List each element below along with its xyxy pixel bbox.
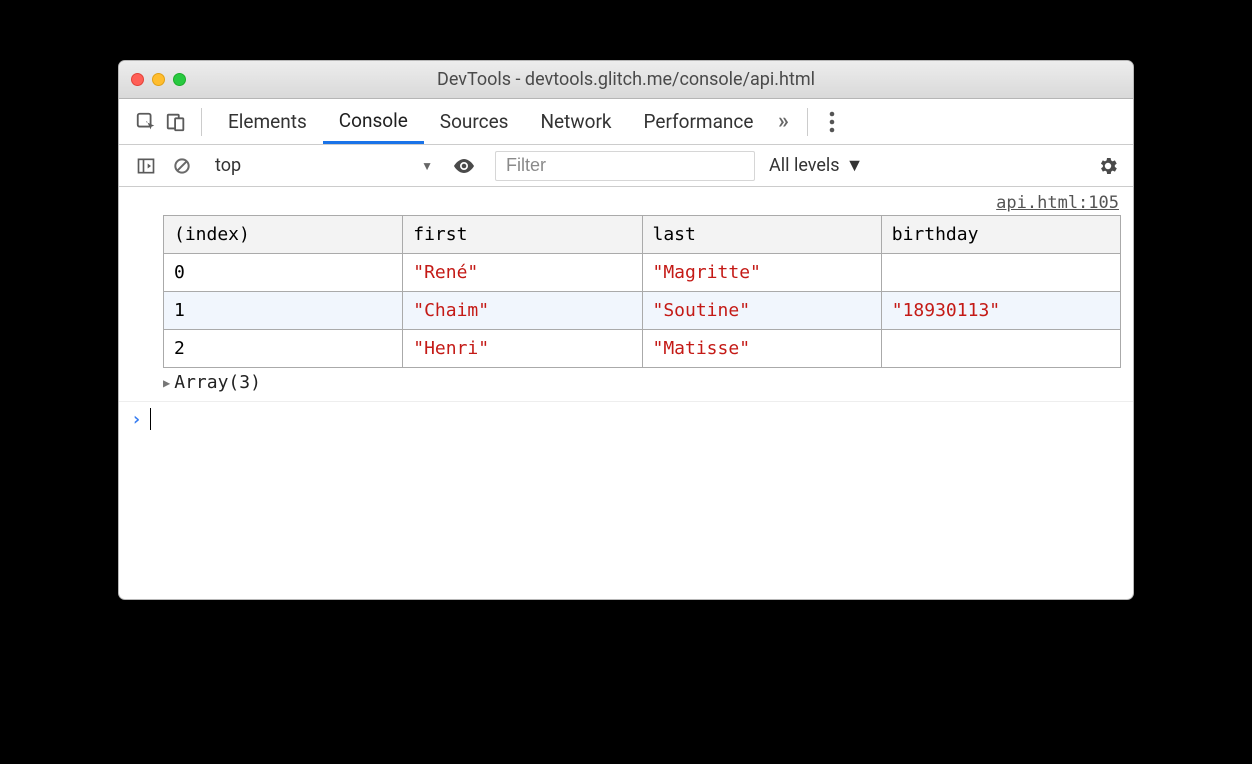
zoom-window-button[interactable] xyxy=(173,73,186,86)
cell-index: 2 xyxy=(164,330,403,368)
toggle-device-toolbar-icon[interactable] xyxy=(161,107,191,137)
devtools-window: DevTools - devtools.glitch.me/console/ap… xyxy=(118,60,1134,600)
cell-last: "Matisse" xyxy=(642,330,881,368)
minimize-window-button[interactable] xyxy=(152,73,165,86)
cell-last: "Soutine" xyxy=(642,292,881,330)
col-last[interactable]: last xyxy=(642,216,881,254)
tab-sources[interactable]: Sources xyxy=(424,99,525,144)
customize-devtools-button[interactable] xyxy=(818,107,846,137)
cell-first: "Henri" xyxy=(403,330,642,368)
tab-console[interactable]: Console xyxy=(323,99,424,144)
filter-input[interactable] xyxy=(495,151,755,181)
console-settings-icon[interactable] xyxy=(1093,151,1123,181)
col-index[interactable]: (index) xyxy=(164,216,403,254)
window-title: DevTools - devtools.glitch.me/console/ap… xyxy=(119,69,1133,90)
divider xyxy=(807,108,808,136)
console-table: (index) first last birthday 0 "René" "Ma… xyxy=(119,215,1133,368)
console-prompt[interactable]: › xyxy=(119,402,1133,436)
chevron-down-icon: ▼ xyxy=(846,155,864,176)
table-row: 2 "Henri" "Matisse" xyxy=(164,330,1121,368)
execution-context-label: top xyxy=(215,155,241,176)
chevron-down-icon: ▼ xyxy=(421,159,433,173)
live-expression-icon[interactable] xyxy=(449,151,479,181)
table-row: 1 "Chaim" "Soutine" "18930113" xyxy=(164,292,1121,330)
table-header-row: (index) first last birthday xyxy=(164,216,1121,254)
prompt-caret-icon: › xyxy=(131,409,142,430)
col-birthday[interactable]: birthday xyxy=(881,216,1120,254)
object-summary[interactable]: ▶ Array(3) xyxy=(119,368,1133,402)
tab-elements[interactable]: Elements xyxy=(212,99,323,144)
close-window-button[interactable] xyxy=(131,73,144,86)
cell-first: "René" xyxy=(403,254,642,292)
cell-birthday: "18930113" xyxy=(881,292,1120,330)
clear-console-icon[interactable] xyxy=(167,151,197,181)
text-cursor xyxy=(150,408,151,430)
titlebar: DevTools - devtools.glitch.me/console/ap… xyxy=(119,61,1133,99)
log-levels-select[interactable]: All levels ▼ xyxy=(769,155,863,176)
disclosure-triangle-icon[interactable]: ▶ xyxy=(163,376,170,390)
console-output: api.html:105 (index) first last birthday… xyxy=(119,187,1133,599)
toggle-sidebar-icon[interactable] xyxy=(131,151,161,181)
message-source-link[interactable]: api.html:105 xyxy=(119,187,1133,215)
execution-context-select[interactable]: top ▼ xyxy=(203,151,443,181)
cell-birthday xyxy=(881,330,1120,368)
cell-index: 1 xyxy=(164,292,403,330)
cell-index: 0 xyxy=(164,254,403,292)
traffic-lights xyxy=(131,73,186,86)
inspect-element-icon[interactable] xyxy=(131,107,161,137)
tab-network[interactable]: Network xyxy=(524,99,627,144)
console-toolbar: top ▼ All levels ▼ xyxy=(119,145,1133,187)
cell-first: "Chaim" xyxy=(403,292,642,330)
table-row: 0 "René" "Magritte" xyxy=(164,254,1121,292)
col-first[interactable]: first xyxy=(403,216,642,254)
more-tabs-button[interactable]: » xyxy=(769,108,797,136)
divider xyxy=(201,108,202,136)
cell-last: "Magritte" xyxy=(642,254,881,292)
log-levels-label: All levels xyxy=(769,155,840,176)
devtools-tabs: Elements Console Sources Network Perform… xyxy=(119,99,1133,145)
tab-performance[interactable]: Performance xyxy=(628,99,770,144)
cell-birthday xyxy=(881,254,1120,292)
object-summary-label: Array(3) xyxy=(174,372,261,393)
